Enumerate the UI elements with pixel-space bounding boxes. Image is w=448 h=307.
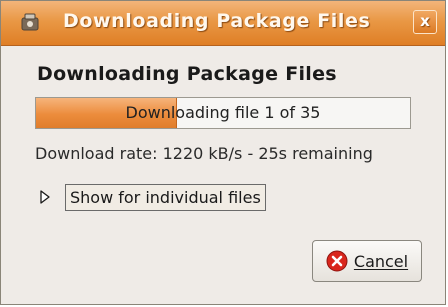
close-button[interactable]: x <box>413 10 437 34</box>
progress-text: Downloading file 1 of 35 <box>125 103 321 122</box>
download-rate-text: Download rate: 1220 kB/s - 25s remaining <box>35 144 373 163</box>
cancel-label: Cancel <box>353 251 409 271</box>
download-dialog: Downloading Package Files x Downloading … <box>0 0 446 305</box>
cancel-icon <box>326 250 348 272</box>
progress-bar: Downloading file 1 of 35 <box>35 97 411 129</box>
details-expander[interactable]: Show for individual files <box>37 181 266 213</box>
page-title: Downloading Package Files <box>37 63 337 85</box>
expander-label[interactable]: Show for individual files <box>65 183 266 211</box>
package-manager-icon <box>19 11 41 33</box>
triangle-right-icon[interactable] <box>37 189 53 205</box>
window-title: Downloading Package Files <box>63 10 371 32</box>
title-bar[interactable]: Downloading Package Files x <box>1 1 445 46</box>
cancel-button[interactable]: Cancel <box>312 240 422 282</box>
